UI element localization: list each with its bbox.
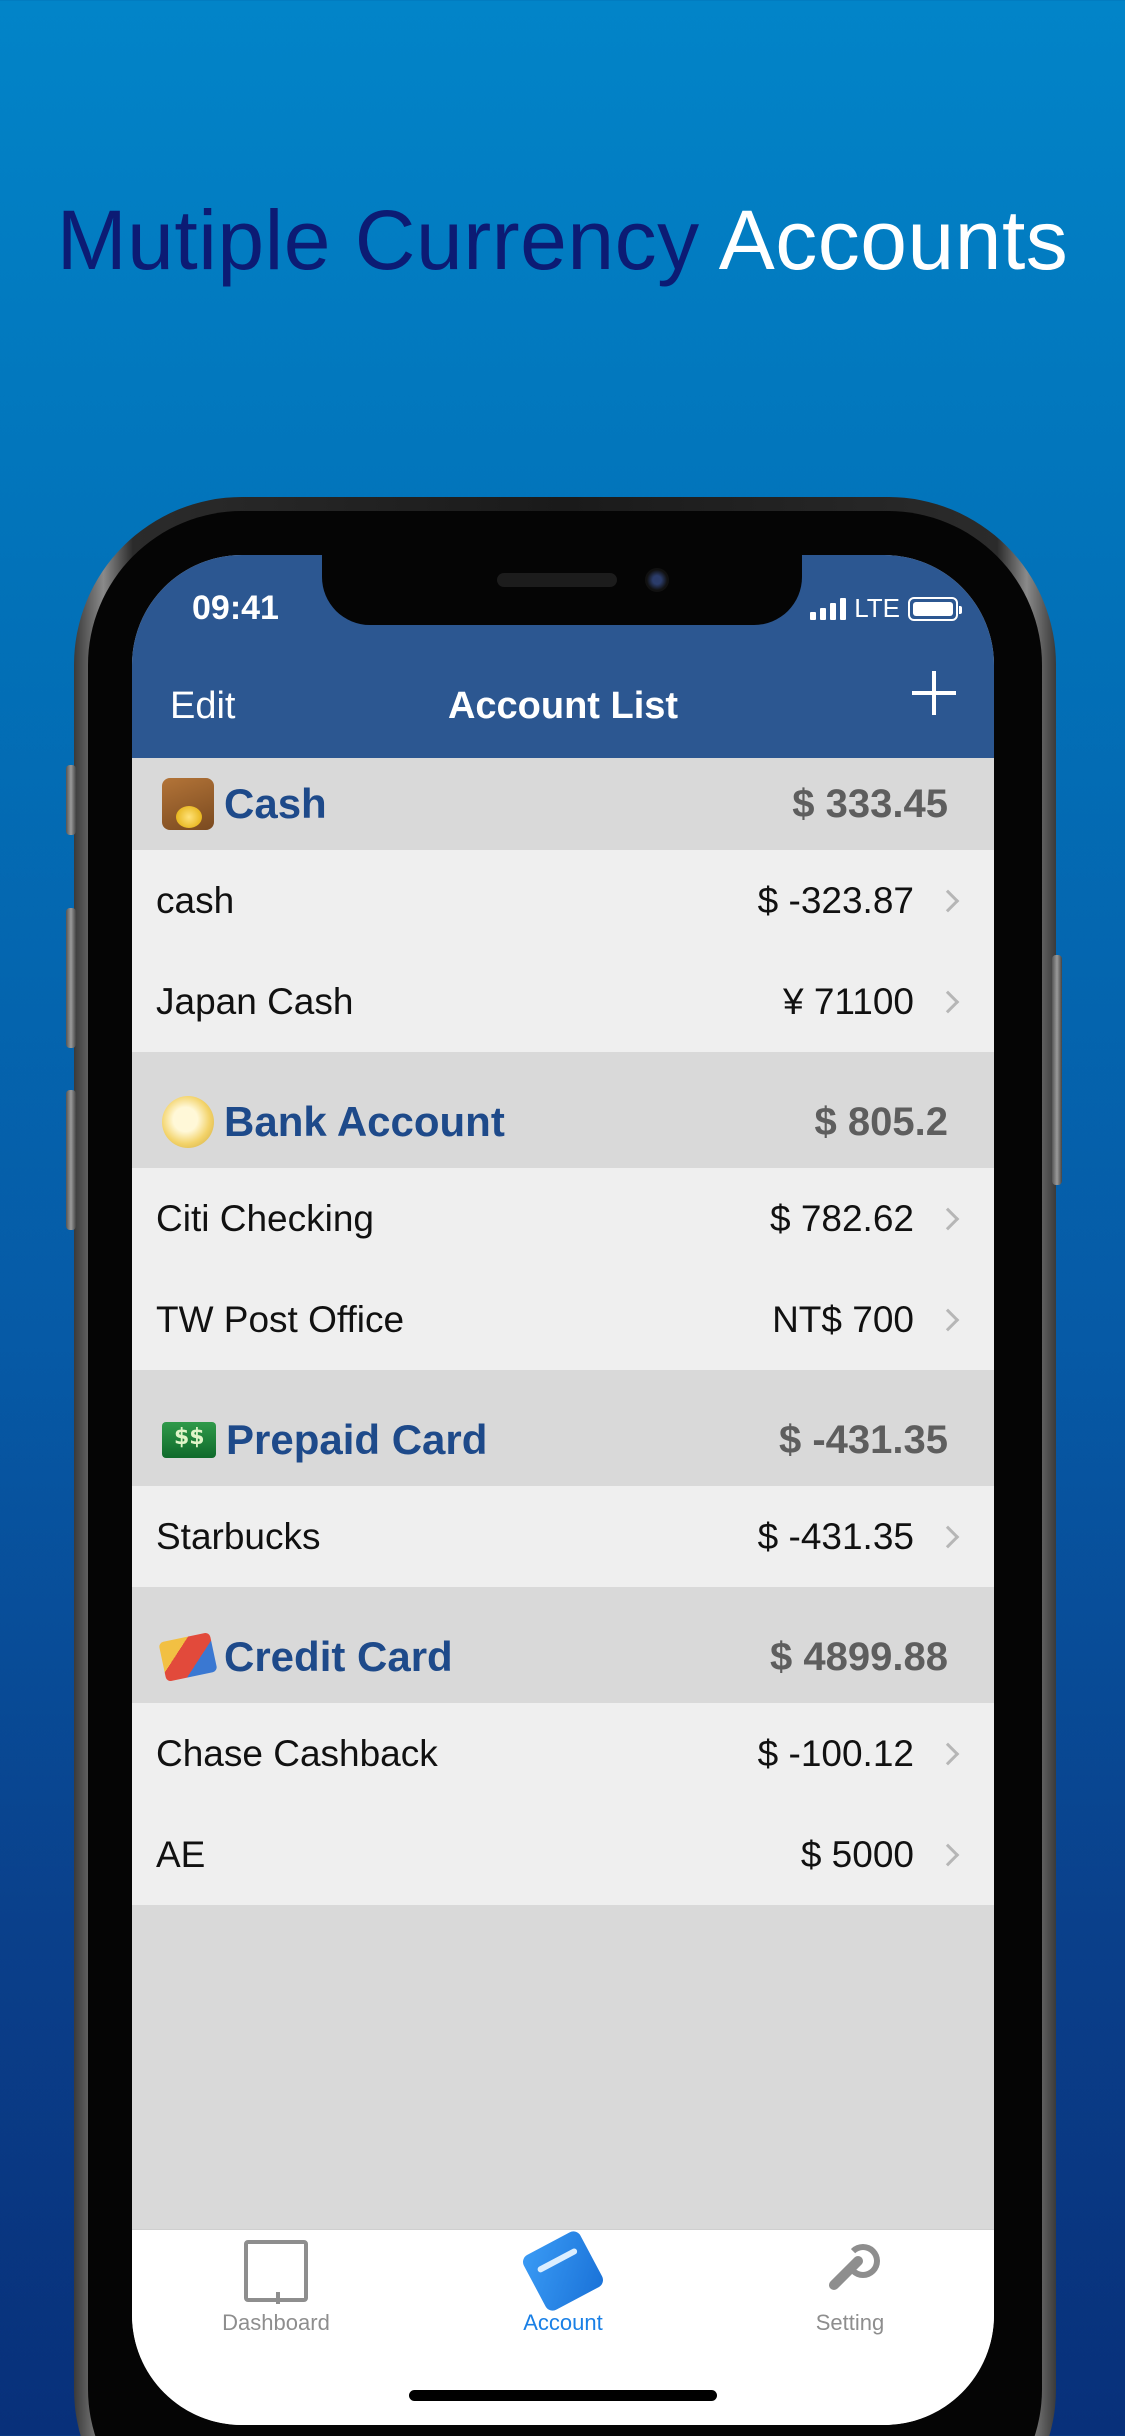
account-amount: $ -323.87 — [757, 879, 914, 921]
chevron-right-icon — [936, 1525, 960, 1548]
section-title: Prepaid Card — [226, 1416, 488, 1463]
side-button-silent — [66, 765, 76, 835]
section-title: Credit Card — [224, 1633, 453, 1680]
battery-icon — [908, 596, 962, 621]
tab-label: Dashboard — [222, 2310, 330, 2335]
camera-notch — [322, 555, 802, 625]
account-name: Chase Cashback — [156, 1732, 438, 1774]
side-button-power — [1052, 955, 1062, 1185]
account-name: cash — [156, 879, 235, 921]
section-total: $ 4899.88 — [770, 1634, 948, 1679]
chevron-right-icon — [936, 889, 960, 912]
account-card-icon — [520, 2228, 606, 2314]
section-title: Cash — [224, 780, 327, 827]
account-list: Cash $ 333.45 cash $ -323.87 Japan Cash … — [132, 758, 994, 1905]
account-amount: $ 5000 — [800, 1833, 914, 1875]
account-row[interactable]: TW Post Office NT$ 700 — [132, 1269, 994, 1370]
tab-setting[interactable]: Setting — [750, 2240, 950, 2336]
banknote-icon — [162, 1422, 216, 1458]
account-amount: NT$ 700 — [772, 1298, 914, 1340]
tab-label: Setting — [815, 2310, 885, 2335]
account-amount: $ 782.62 — [769, 1197, 914, 1239]
section-total: $ 333.45 — [792, 781, 948, 826]
account-name: Citi Checking — [156, 1197, 374, 1239]
money-bag-icon — [162, 1096, 214, 1148]
chevron-right-icon — [936, 1742, 960, 1765]
side-button-volume-down — [66, 1090, 76, 1230]
section-header-cash: Cash $ 333.45 — [132, 758, 994, 850]
account-row[interactable]: Citi Checking $ 782.62 — [132, 1168, 994, 1269]
page-title: Account List — [447, 685, 679, 727]
section-total: $ -431.35 — [778, 1417, 948, 1462]
home-indicator[interactable] — [409, 2390, 717, 2401]
section-total: $ 805.2 — [814, 1099, 948, 1144]
section-header-bank-account: Bank Account $ 805.2 — [132, 1052, 994, 1168]
account-row[interactable]: Starbucks $ -431.35 — [132, 1486, 994, 1587]
headline-part1: Mutiple Currency — [56, 193, 700, 287]
wrench-icon — [818, 2240, 882, 2302]
add-account-button[interactable] — [912, 671, 956, 715]
network-type: LTE — [854, 593, 900, 623]
headline-part2: Accounts — [718, 193, 1069, 287]
status-time: 09:41 — [192, 589, 279, 627]
marketing-headline: Mutiple Currency Accounts — [0, 192, 1125, 289]
account-amount: ¥ 71100 — [783, 980, 914, 1022]
chevron-right-icon — [936, 990, 960, 1013]
tab-label: Account — [523, 2310, 603, 2335]
side-button-volume-up — [66, 908, 76, 1048]
account-name: Starbucks — [156, 1515, 321, 1557]
account-row[interactable]: Chase Cashback $ -100.12 — [132, 1703, 994, 1804]
chevron-right-icon — [936, 1843, 960, 1866]
status-indicators: LTE — [810, 593, 962, 624]
credit-cards-icon — [158, 1632, 218, 1682]
speaker-grille — [497, 573, 617, 587]
account-row[interactable]: AE $ 5000 — [132, 1804, 994, 1905]
section-header-credit-card: Credit Card $ 4899.88 — [132, 1587, 994, 1703]
tab-dashboard[interactable]: Dashboard — [176, 2240, 376, 2336]
tab-account[interactable]: Account — [463, 2228, 663, 2336]
account-amount: $ -100.12 — [757, 1732, 914, 1774]
account-name: AE — [156, 1833, 206, 1875]
chevron-right-icon — [936, 1207, 960, 1230]
tab-bar: Dashboard Account Setting — [132, 2228, 994, 2425]
account-amount: $ -431.35 — [757, 1515, 914, 1557]
wallet-icon — [162, 778, 214, 830]
front-camera — [645, 568, 669, 592]
account-row[interactable]: cash $ -323.87 — [132, 850, 994, 951]
account-name: Japan Cash — [156, 980, 354, 1022]
section-title: Bank Account — [224, 1098, 505, 1145]
signal-icon — [810, 597, 847, 620]
navigation-bar: 09:41 LTE Edit Account List — [132, 555, 994, 758]
chevron-right-icon — [936, 1308, 960, 1331]
account-row[interactable]: Japan Cash ¥ 71100 — [132, 951, 994, 1052]
dashboard-icon — [244, 2240, 308, 2304]
account-name: TW Post Office — [156, 1298, 405, 1340]
phone-screen: 09:41 LTE Edit Account List Cash $ 333.4… — [132, 555, 994, 2425]
section-header-prepaid-card: Prepaid Card $ -431.35 — [132, 1370, 994, 1486]
